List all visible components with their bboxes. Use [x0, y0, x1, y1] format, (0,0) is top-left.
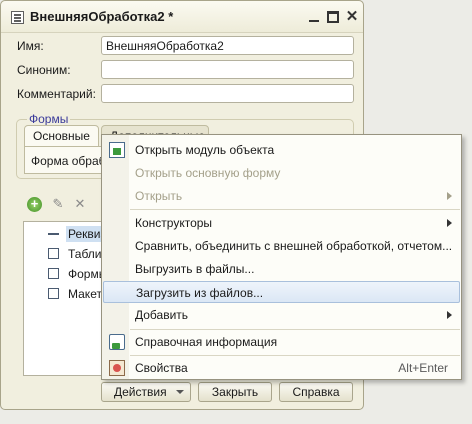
- menu-item-label: Открыть модуль объекта: [135, 143, 275, 157]
- actions-button-label: Действия: [114, 385, 167, 399]
- synonym-label: Синоним:: [17, 63, 71, 77]
- delete-icon[interactable]: ✕: [73, 197, 87, 211]
- menu-item-properties[interactable]: Свойства Alt+Enter: [103, 357, 460, 379]
- window-title: ВнешняяОбработка2 *: [30, 9, 174, 24]
- menu-item-label: Загрузить из файлов...: [136, 286, 264, 300]
- minimize-icon[interactable]: [307, 10, 321, 24]
- menu-separator: [130, 329, 460, 330]
- menu-item-export-to-files[interactable]: Выгрузить в файлы...: [103, 258, 460, 280]
- menu-item-label: Добавить: [135, 308, 189, 322]
- attribute-icon: [48, 228, 59, 239]
- comment-label: Комментарий:: [17, 87, 96, 101]
- menu-item-help-info[interactable]: Справочная информация: [103, 331, 460, 353]
- menu-item-compare-merge[interactable]: Сравнить, объединить с внешней обработко…: [103, 235, 460, 257]
- edit-icon[interactable]: ✎: [51, 197, 65, 211]
- context-menu: Открыть модуль объекта Открыть основную …: [101, 134, 462, 380]
- tree-item-label: Табличные части: [68, 247, 104, 261]
- menu-item-label: Открыть: [135, 189, 183, 203]
- menu-item-label: Свойства: [135, 361, 188, 375]
- comment-field[interactable]: [101, 84, 354, 103]
- metadata-tree[interactable]: Реквизиты Табличные части Формы Макеты: [23, 221, 104, 376]
- chevron-right-icon: [447, 219, 452, 227]
- help-info-icon: [109, 334, 125, 350]
- forms-group-title: Формы: [27, 112, 71, 126]
- menu-item-add[interactable]: Добавить: [103, 304, 460, 326]
- tree-item-templates[interactable]: Макеты: [24, 284, 104, 304]
- menu-item-label: Сравнить, объединить с внешней обработко…: [135, 239, 453, 253]
- synonym-field[interactable]: [101, 60, 354, 79]
- document-icon: [11, 11, 24, 24]
- menu-item-label: Справочная информация: [135, 335, 278, 349]
- menu-item-open[interactable]: Открыть: [103, 185, 460, 207]
- chevron-right-icon: [447, 192, 452, 200]
- actions-button[interactable]: Действия: [101, 382, 191, 402]
- form-icon: [48, 268, 59, 279]
- table-icon: [48, 248, 59, 259]
- close-button[interactable]: Закрыть: [198, 382, 272, 402]
- tree-item-tabular-sections[interactable]: Табличные части: [24, 244, 104, 264]
- title-bar[interactable]: ВнешняяОбработка2 * ✕: [1, 1, 363, 33]
- menu-item-label: Конструкторы: [135, 216, 213, 230]
- tree-item-attributes[interactable]: Реквизиты: [24, 224, 104, 244]
- add-icon[interactable]: +: [27, 197, 42, 212]
- name-field[interactable]: ВнешняяОбработка2: [101, 36, 354, 55]
- template-icon: [48, 288, 59, 299]
- properties-icon: [109, 360, 125, 376]
- maximize-icon[interactable]: [326, 10, 340, 24]
- menu-item-constructors[interactable]: Конструкторы: [103, 212, 460, 234]
- name-label: Имя:: [17, 39, 44, 53]
- menu-item-load-from-files[interactable]: Загрузить из файлов...: [103, 281, 460, 303]
- chevron-right-icon: [447, 311, 452, 319]
- tree-item-label: Реквизиты: [66, 226, 104, 242]
- close-icon[interactable]: ✕: [345, 9, 359, 24]
- help-button[interactable]: Справка: [279, 382, 353, 402]
- menu-item-label: Открыть основную форму: [135, 166, 281, 180]
- module-icon: [109, 142, 125, 158]
- tab-main[interactable]: Основные: [24, 125, 99, 147]
- menu-separator: [130, 209, 460, 210]
- menu-item-open-main-form[interactable]: Открыть основную форму: [103, 162, 460, 184]
- menu-item-open-object-module[interactable]: Открыть модуль объекта: [103, 139, 460, 161]
- tree-item-label: Формы: [68, 267, 104, 281]
- menu-item-label: Выгрузить в файлы...: [135, 262, 255, 276]
- tree-item-label: Макеты: [68, 287, 104, 301]
- menu-separator: [130, 355, 460, 356]
- tree-item-forms[interactable]: Формы: [24, 264, 104, 284]
- chevron-down-icon: [176, 390, 184, 394]
- shortcut-label: Alt+Enter: [398, 361, 448, 375]
